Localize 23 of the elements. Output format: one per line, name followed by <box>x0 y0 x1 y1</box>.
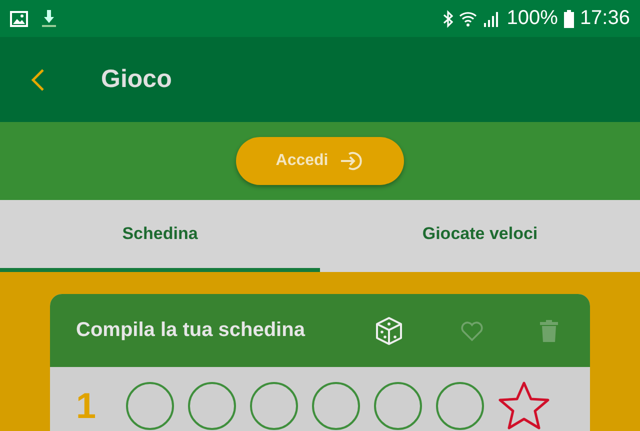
image-icon <box>10 10 28 26</box>
bluetooth-icon <box>442 10 453 28</box>
screen-title: Gioco <box>101 65 172 94</box>
battery-percentage: 100% <box>506 7 558 30</box>
star-icon[interactable] <box>498 381 550 431</box>
number-circle[interactable] <box>436 382 484 430</box>
number-circle[interactable] <box>188 382 236 430</box>
tab[interactable]: Giocate veloci <box>320 200 640 272</box>
back-icon[interactable] <box>31 68 45 92</box>
battery-icon <box>564 10 574 28</box>
row-number: 1 <box>76 388 98 424</box>
card-title: Compila la tua schedina <box>76 319 305 342</box>
dice-icon[interactable] <box>374 316 404 346</box>
login-icon <box>340 151 364 171</box>
number-circle[interactable] <box>250 382 298 430</box>
number-circle[interactable] <box>126 382 174 430</box>
signal-icon <box>482 10 501 26</box>
number-circle[interactable] <box>312 382 360 430</box>
download-icon <box>42 10 56 28</box>
tab[interactable]: Schedina <box>0 200 320 272</box>
clock-time: 17:36 <box>580 7 630 30</box>
number-circle[interactable] <box>374 382 422 430</box>
wifi-icon <box>458 10 477 28</box>
